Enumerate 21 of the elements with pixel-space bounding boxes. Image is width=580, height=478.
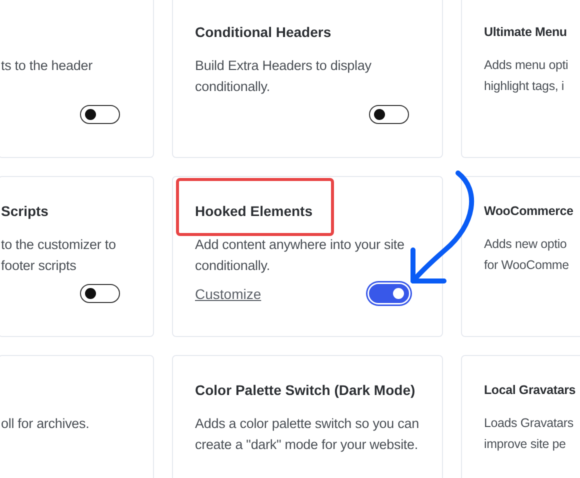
card-title: Ultimate Menu: [484, 24, 568, 41]
card-title: Color Palette Switch (Dark Mode): [195, 381, 416, 400]
card-description: Loads Gravatars improve site pe: [484, 415, 574, 453]
card-description: Build Extra Headers to display conditionally.: [195, 57, 372, 96]
customize-link[interactable]: Customize: [195, 286, 262, 302]
card-description: to the customizer to footer scripts: [1, 236, 117, 275]
card-description: Adds a color palette switch so you can create a "dark" mode for your website.: [195, 415, 420, 454]
toggle-switch[interactable]: [80, 284, 120, 303]
toggle-switch[interactable]: [80, 105, 120, 124]
card-title: Conditional Headers: [195, 23, 332, 42]
card-description: Adds menu opti highlight tags, i: [484, 57, 570, 95]
card-description: oll for archives.: [1, 415, 90, 433]
toggle-switch[interactable]: [369, 105, 409, 124]
card-description: ts to the header: [1, 57, 94, 75]
card-title: Hooked Elements: [195, 202, 314, 221]
card-title: WooCommerce: [484, 203, 574, 220]
card-title: Local Gravatars: [484, 382, 576, 399]
card-title: Scripts: [1, 202, 50, 221]
toggle-switch[interactable]: [369, 284, 409, 303]
card-description: Add content anywhere into your site conditionally.: [195, 236, 406, 275]
card-description: Adds new optio for WooComme: [484, 236, 570, 274]
